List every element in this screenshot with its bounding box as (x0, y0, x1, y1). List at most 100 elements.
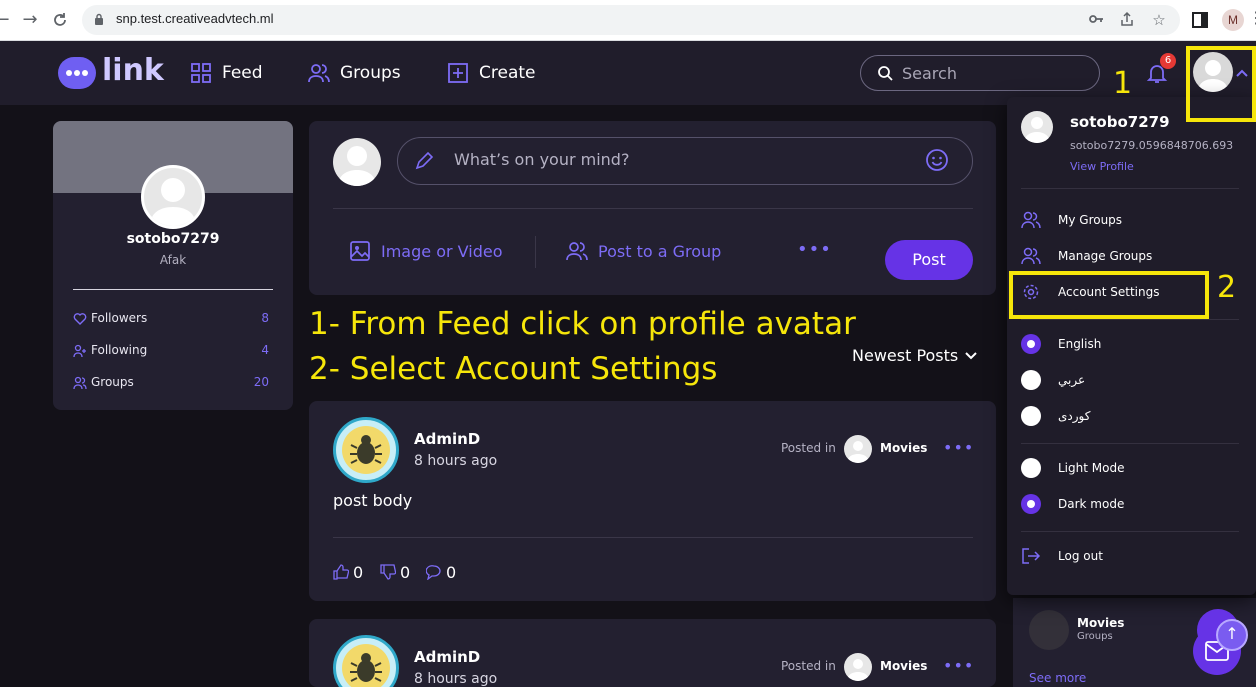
logout-icon (1022, 548, 1041, 564)
profile-dropdown-menu: sotobo7279 sotobo7279.0596848706.693 Vie… (1007, 97, 1256, 595)
logout-label: Log out (1058, 549, 1103, 563)
posted-in-label: Posted in (781, 659, 836, 673)
image-or-video-button[interactable]: Image or Video (349, 239, 502, 263)
comment-button[interactable]: 0 (426, 563, 456, 582)
dislike-button[interactable]: 0 (380, 563, 410, 582)
highlight-account-settings (1009, 271, 1209, 319)
mode-radio-light[interactable] (1021, 458, 1041, 478)
language-label: كوردی (1058, 409, 1091, 423)
share-icon[interactable] (1118, 11, 1136, 29)
annotation-number-1: 1 (1113, 66, 1133, 101)
stat-count: 8 (261, 311, 269, 325)
mode-radio-dark[interactable] (1021, 494, 1041, 514)
dropdown-email: sotobo7279.0596848706.693 (1070, 139, 1234, 152)
nav-create-label: Create (479, 63, 536, 83)
menu-item-my-groups[interactable]: My Groups (1021, 209, 1241, 231)
mode-label: Dark mode (1058, 497, 1125, 511)
menu-item-label: My Groups (1058, 213, 1123, 227)
see-more-link[interactable]: See more (1029, 671, 1086, 685)
post-group-name[interactable]: Movies (880, 659, 927, 673)
post-author[interactable]: AdminD (414, 648, 480, 666)
reload-icon[interactable] (48, 8, 72, 32)
forward-icon[interactable]: → (18, 8, 42, 32)
users-icon (1021, 247, 1041, 265)
browser-menu-icon[interactable]: ⋮ (1248, 8, 1256, 27)
post-card: AdminD 8 hours ago Posted in Movies ••• … (309, 401, 996, 601)
author-avatar[interactable] (333, 417, 399, 483)
key-icon[interactable] (1087, 11, 1105, 29)
menu-item-manage-groups[interactable]: Manage Groups (1021, 245, 1241, 267)
stat-groups[interactable]: Groups 20 (73, 374, 269, 392)
users-icon (308, 64, 330, 83)
composer-avatar (333, 138, 381, 186)
sort-dropdown[interactable]: Newest Posts (852, 346, 978, 365)
browser-chrome: ← → snp.test.creativeadvtech.ml ☆ M ⋮ (0, 0, 1256, 41)
profile-username[interactable]: sotobo7279 (53, 231, 293, 247)
search-input[interactable]: Search (860, 55, 1100, 91)
back-icon[interactable]: ← (0, 8, 14, 32)
divider (1021, 188, 1239, 189)
post-to-group-button[interactable]: Post to a Group (566, 239, 721, 263)
post-more-icon[interactable]: ••• (943, 438, 974, 457)
nav-feed[interactable]: Feed (190, 61, 263, 85)
thumbs-up-icon (333, 564, 349, 580)
comment-icon (426, 565, 441, 580)
more-options-icon[interactable]: ••• (797, 239, 832, 260)
scroll-to-top-button[interactable]: ↑ (1216, 619, 1248, 651)
highlight-profile-avatar (1186, 46, 1256, 122)
user-silhouette-icon (150, 178, 196, 226)
group-name[interactable]: Movies (1077, 616, 1124, 630)
language-radio-arabic[interactable] (1021, 370, 1041, 390)
image-or-video-label: Image or Video (381, 241, 503, 261)
divider (333, 208, 973, 209)
divider (1021, 443, 1239, 444)
pencil-icon (415, 151, 434, 170)
chevron-down-icon (965, 351, 977, 359)
users-icon (566, 242, 588, 261)
posted-in-label: Posted in (781, 441, 836, 455)
like-button[interactable]: 0 (333, 563, 363, 582)
author-avatar[interactable] (333, 635, 399, 687)
browser-profile-avatar[interactable]: M (1222, 9, 1244, 31)
dropdown-username: sotobo7279 (1070, 113, 1170, 131)
stat-following[interactable]: Following 4 (73, 342, 269, 360)
thumbs-down-icon (380, 564, 396, 580)
menu-item-label: Manage Groups (1058, 249, 1153, 263)
address-bar[interactable]: snp.test.creativeadvtech.ml ☆ (82, 5, 1180, 35)
profile-card-avatar[interactable] (141, 165, 205, 229)
user-silhouette-icon (847, 659, 869, 681)
user-silhouette-icon (847, 441, 869, 463)
language-radio-english[interactable] (1021, 334, 1041, 354)
dropdown-avatar (1021, 111, 1053, 143)
view-profile-link[interactable]: View Profile (1070, 160, 1134, 173)
post-composer: What’s on your mind? Image or Video Post… (309, 121, 996, 295)
nav-groups[interactable]: Groups (308, 61, 401, 85)
lock-icon (95, 13, 103, 25)
post-author[interactable]: AdminD (414, 430, 480, 448)
post-time: 8 hours ago (414, 671, 498, 687)
user-silhouette-icon (338, 146, 376, 186)
post-more-icon[interactable]: ••• (943, 656, 974, 675)
notification-badge: 6 (1160, 53, 1176, 69)
stat-count: 4 (261, 343, 269, 357)
annotation-step-1: 1- From Feed click on profile avatar (309, 306, 856, 342)
group-avatar[interactable] (844, 653, 872, 681)
stat-label: Followers (91, 311, 148, 325)
nav-create[interactable]: Create (447, 61, 536, 85)
post-button[interactable]: Post (885, 240, 973, 280)
url-text: snp.test.creativeadvtech.ml (116, 11, 274, 26)
group-avatar[interactable] (844, 435, 872, 463)
stat-followers[interactable]: Followers 8 (73, 310, 269, 328)
group-avatar[interactable] (1029, 610, 1069, 650)
group-type: Groups (1077, 631, 1113, 642)
logout-button[interactable]: Log out (1021, 545, 1241, 567)
post-group-name[interactable]: Movies (880, 441, 927, 455)
bug-icon (342, 644, 390, 687)
bookmark-star-icon[interactable]: ☆ (1150, 11, 1168, 29)
side-panel-icon[interactable] (1190, 10, 1210, 30)
language-radio-kurdish[interactable] (1021, 406, 1041, 426)
divider (1021, 319, 1239, 320)
emoji-icon[interactable] (925, 148, 949, 172)
composer-placeholder: What’s on your mind? (454, 150, 630, 169)
whats-on-your-mind-input[interactable]: What’s on your mind? (397, 137, 973, 185)
